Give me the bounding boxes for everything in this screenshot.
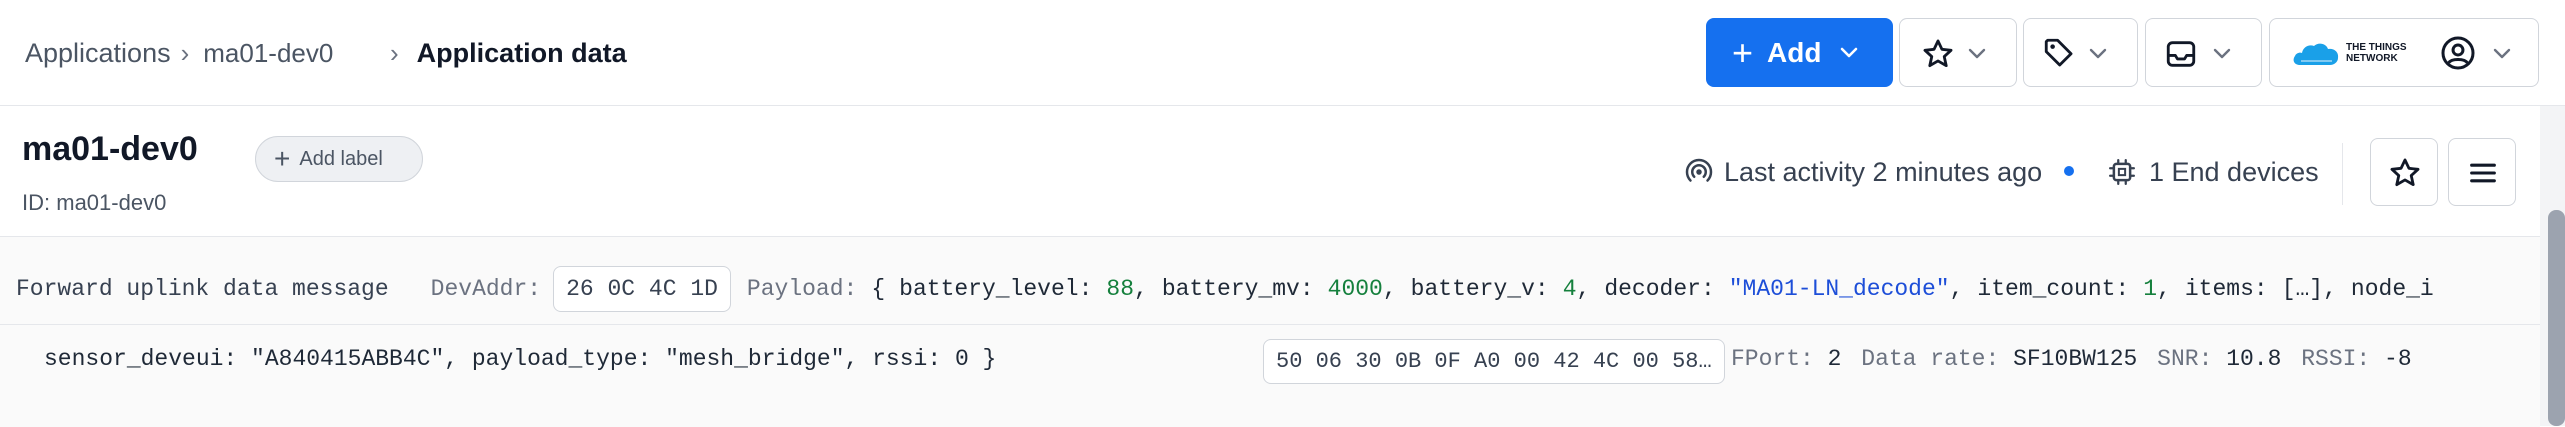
redaction-mask [182, 186, 237, 222]
event-row-continuation: sensor_deveui: "A840415ABB4C", payload_t… [0, 324, 2540, 395]
plus-icon: + [274, 143, 291, 174]
breadcrumb: Applications › ma01-dev0 [25, 0, 333, 106]
chevron-down-icon [1968, 48, 1986, 59]
profile-dropdown-button[interactable]: THE THINGS NETWORK [2269, 18, 2539, 87]
inbox-icon [2166, 41, 2196, 67]
hamburger-menu-icon [2470, 163, 2496, 183]
tag-icon [2044, 38, 2073, 67]
last-activity: Last activity 2 minutes ago [1684, 152, 2042, 192]
redaction-mask [345, 36, 385, 76]
brand-wordmark: THE THINGS NETWORK [2346, 42, 2407, 64]
menu-button[interactable] [2448, 138, 2516, 206]
breadcrumb-separator-icon: › [180, 37, 190, 68]
user-avatar-icon [2441, 36, 2475, 70]
add-button-label: Add [1767, 36, 1822, 68]
event-row[interactable]: Forward uplink data message DevAddr: 26 … [16, 256, 2434, 322]
breadcrumb-app-link[interactable]: ma01-dev0 [203, 38, 333, 69]
uplink-metadata: FPort: 2 Data rate: SF10BW125 SNR: 10.8 … [1731, 346, 2412, 372]
star-icon [2390, 158, 2420, 187]
redaction-mask [205, 130, 250, 175]
chevron-down-icon [2089, 48, 2107, 59]
chevron-down-icon [2213, 48, 2231, 59]
the-things-network-logo-icon [2293, 43, 2339, 65]
application-name: ma01-dev0 [22, 130, 198, 168]
chevron-down-icon [2493, 48, 2511, 59]
inbox-button[interactable] [2145, 18, 2262, 87]
add-label-button[interactable]: + Add label [255, 136, 423, 182]
top-header: Applications › ma01-dev0 › Application d… [0, 0, 2565, 106]
activity-status-dot [2064, 166, 2074, 176]
star-icon [1923, 39, 1953, 68]
chip-device-icon [2109, 159, 2135, 185]
application-id: ID: ma01-dev0 [22, 190, 167, 215]
breadcrumb-separator-icon: › [390, 37, 399, 68]
add-button[interactable]: + Add [1706, 18, 1893, 87]
scrollbar-thumb[interactable] [2548, 210, 2565, 426]
chevron-down-icon [1840, 47, 1858, 58]
raw-payload-chip[interactable]: 50 06 30 0B 0F A0 00 42 4C 00 58… [1263, 339, 1725, 384]
breadcrumb-applications-link[interactable]: Applications [25, 38, 171, 69]
bookmarks-button[interactable] [1899, 18, 2017, 87]
notifications-tags-button[interactable] [2023, 18, 2138, 87]
activity-signal-icon [1685, 158, 1713, 182]
vertical-divider [2342, 143, 2343, 205]
event-type: Forward uplink data message [16, 276, 389, 302]
end-devices-link[interactable]: 1 End devices [2107, 152, 2319, 192]
breadcrumb-current: Application data [416, 37, 627, 68]
devaddr-chip[interactable]: 26 0C 4C 1D [553, 266, 731, 312]
payload-continuation: sensor_deveui: "A840415ABB4C", payload_t… [44, 346, 997, 372]
plus-icon: + [1732, 31, 1754, 73]
bookmark-application-button[interactable] [2370, 138, 2438, 206]
